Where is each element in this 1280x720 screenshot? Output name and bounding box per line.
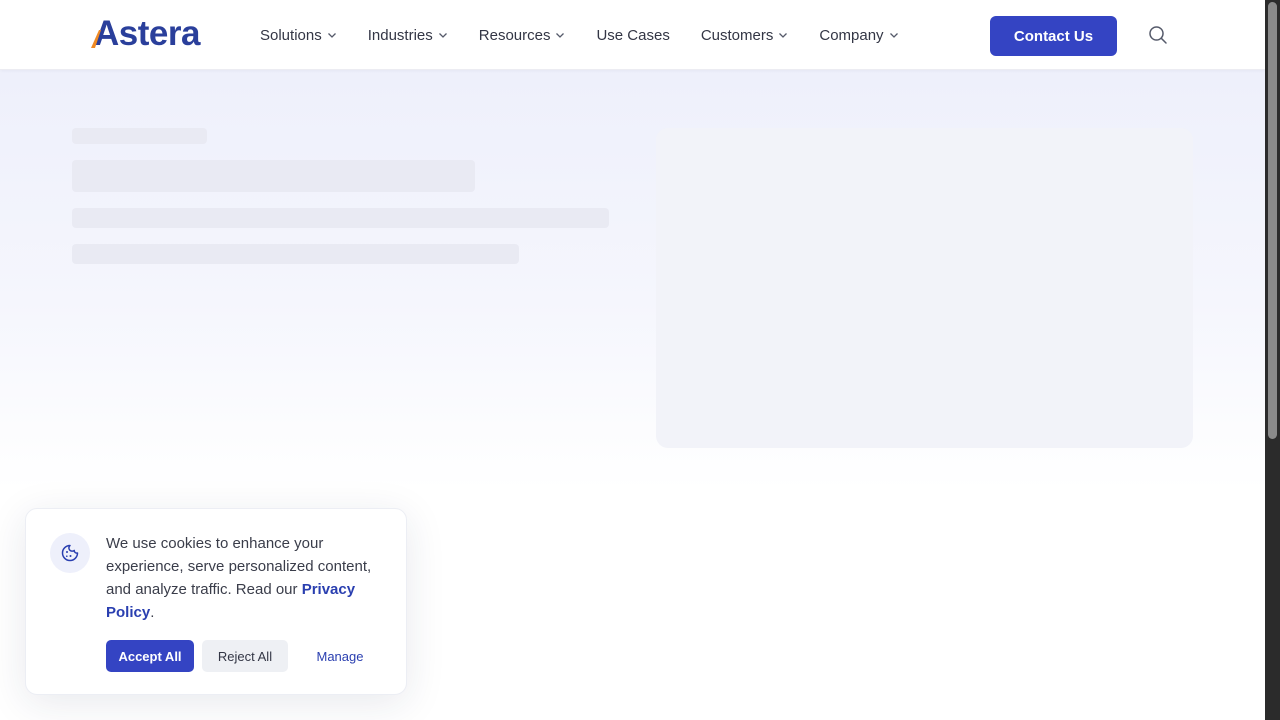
chevron-down-icon xyxy=(779,33,788,38)
scrollbar-thumb[interactable] xyxy=(1268,2,1277,439)
nav-item-label: Resources xyxy=(478,26,551,44)
chevron-down-icon xyxy=(327,33,336,38)
nav-item-label: Use Cases xyxy=(596,26,670,44)
nav-item-resources[interactable]: Resources xyxy=(479,27,566,44)
nav-item-label: Industries xyxy=(367,26,433,44)
accept-all-button[interactable]: Accept All xyxy=(106,640,194,672)
nav-item-customers[interactable]: Customers xyxy=(701,27,789,44)
nav-item-label: Customers xyxy=(700,26,774,44)
page-scrollbar[interactable] xyxy=(1265,0,1280,720)
nav-item-company[interactable]: Company xyxy=(819,27,898,44)
cookie-icon xyxy=(61,544,79,562)
manage-cookies-button[interactable]: Manage xyxy=(300,640,380,672)
cookie-icon-badge xyxy=(50,533,90,573)
nav-item-label: Solutions xyxy=(260,26,322,44)
reject-all-button[interactable]: Reject All xyxy=(202,640,288,672)
chevron-down-icon xyxy=(889,33,898,38)
site-header: Astera Solutions Industries Resources Us… xyxy=(0,0,1265,70)
logo-swoosh-icon xyxy=(91,30,101,48)
page: Astera Solutions Industries Resources Us… xyxy=(0,0,1265,720)
skeleton-media-card xyxy=(656,128,1193,448)
hero-loading-skeleton xyxy=(0,70,1265,490)
cookie-consent-banner: We use cookies to enhance your experienc… xyxy=(25,508,407,695)
nav-item-industries[interactable]: Industries xyxy=(368,27,448,44)
chevron-down-icon xyxy=(438,33,447,38)
skeleton-line xyxy=(72,244,519,264)
nav-item-label: Company xyxy=(819,26,884,44)
skeleton-eyebrow xyxy=(72,128,207,144)
nav-item-solutions[interactable]: Solutions xyxy=(260,27,337,44)
contact-us-button[interactable]: Contact Us xyxy=(990,16,1117,56)
main-nav: Solutions Industries Resources Use Cases… xyxy=(260,0,930,70)
cookie-message-end: . xyxy=(150,604,155,621)
skeleton-line xyxy=(72,208,609,228)
astera-logo[interactable]: Astera xyxy=(89,14,200,54)
chevron-down-icon xyxy=(556,33,565,38)
skeleton-title xyxy=(72,160,475,192)
cookie-message: We use cookies to enhance your experienc… xyxy=(106,532,391,624)
nav-item-use-cases[interactable]: Use Cases xyxy=(596,27,669,44)
search-icon[interactable] xyxy=(1148,25,1168,45)
